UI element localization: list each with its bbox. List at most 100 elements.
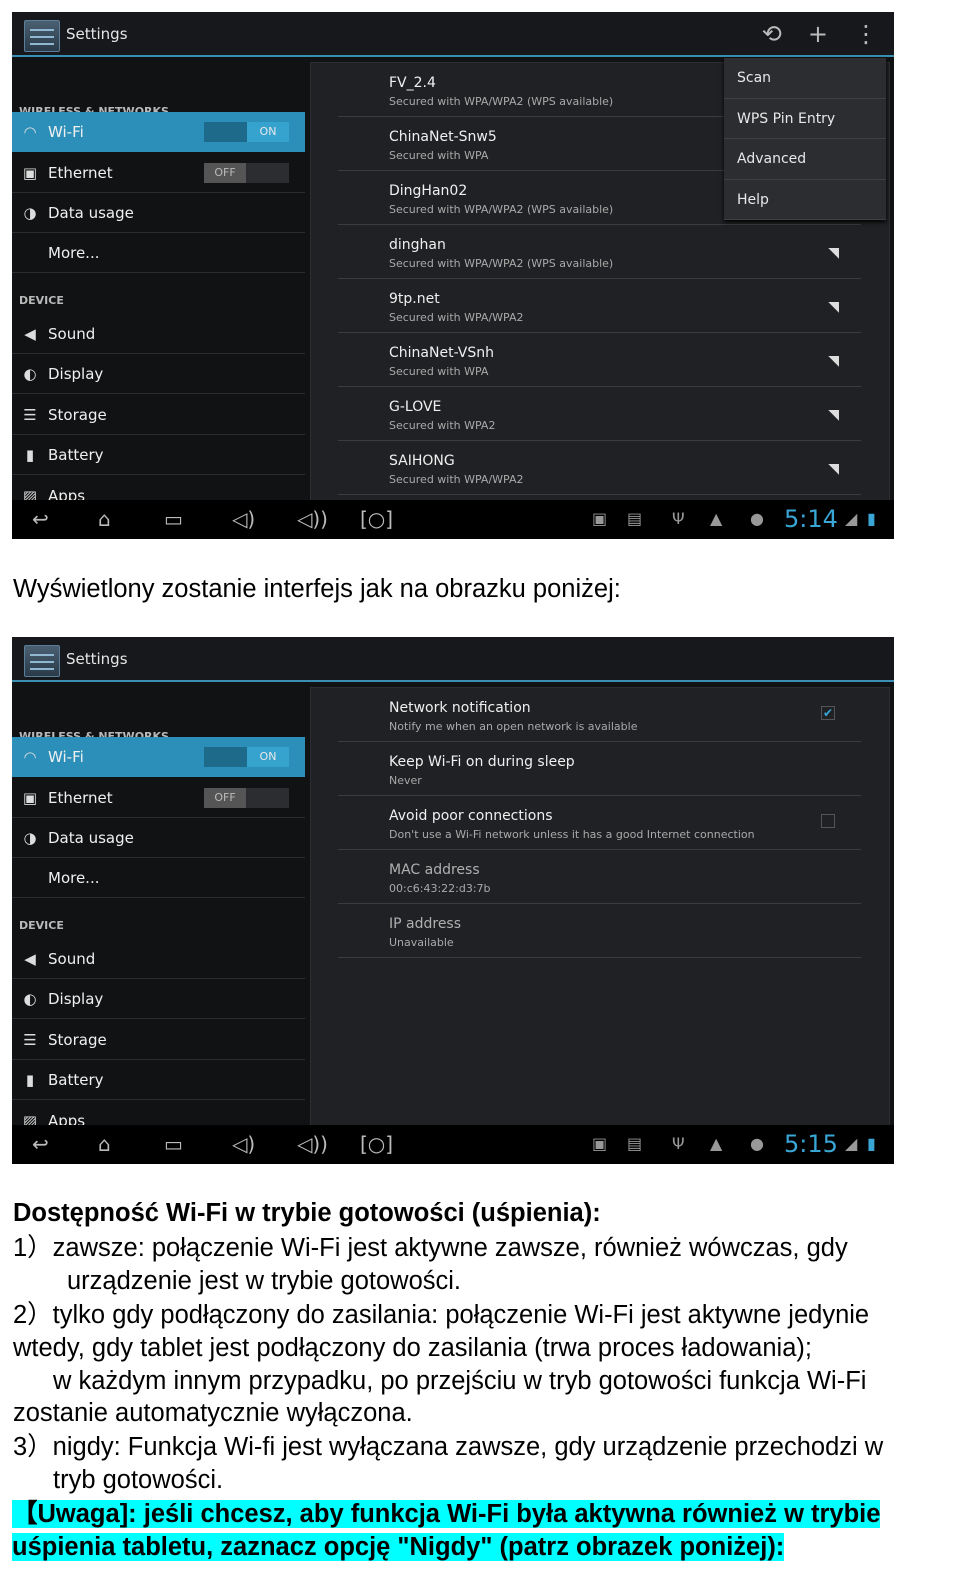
speaker-icon: ◀ xyxy=(24,949,36,968)
volume-down-icon[interactable]: ◁) xyxy=(232,1132,255,1156)
list-item-subtitle: Secured with WPA/WPA2 xyxy=(389,311,524,324)
sidebar-item-wi-fi[interactable]: ◠ Wi-Fi ON xyxy=(12,737,305,777)
sidebar-item-label: Battery xyxy=(48,445,104,464)
action-icons: ⟲ + ⋮ xyxy=(762,20,878,48)
sidebar-item-storage[interactable]: ☰ Storage xyxy=(12,395,305,435)
list-item-title: DingHan02 xyxy=(389,183,468,199)
list-item[interactable]: Keep Wi-Fi on during sleep Never xyxy=(338,742,861,796)
ethernet-toggle[interactable]: OFF xyxy=(204,163,289,183)
sidebar-item-label: Ethernet xyxy=(48,163,113,182)
ethernet-icon: ▣ xyxy=(22,788,38,807)
list-item-title: FV_2.4 xyxy=(389,75,436,91)
sidebar-item-more[interactable]: More... xyxy=(12,858,305,898)
list-item[interactable]: SAIHONG Secured with WPA/WPA2 ◥ xyxy=(338,441,861,495)
sidebar-item-display[interactable]: ◐ Display xyxy=(12,979,305,1019)
clock: 5:14 xyxy=(784,505,838,533)
wi-fi-toggle[interactable]: ON xyxy=(204,747,289,767)
sidebar-item-data-usage[interactable]: ◑ Data usage xyxy=(12,818,305,858)
list-item-subtitle: Secured with WPA xyxy=(389,365,489,378)
gallery-icon: ▣ xyxy=(592,1134,608,1153)
sidebar-item-storage[interactable]: ☰ Storage xyxy=(12,1020,305,1060)
wi-fi-toggle[interactable]: ON xyxy=(204,122,289,142)
add-icon[interactable]: + xyxy=(808,20,828,48)
volume-down-icon[interactable]: ◁) xyxy=(232,507,255,531)
sidebar-item-battery[interactable]: ▮ Battery xyxy=(12,435,305,475)
list-item[interactable]: dinghan Secured with WPA/WPA2 (WPS availa… xyxy=(338,225,861,279)
section-header: DEVICE xyxy=(19,294,64,307)
checkbox-unchecked[interactable] xyxy=(821,814,835,828)
usb-icon: Ψ xyxy=(672,509,685,528)
checkbox-checked[interactable]: ✔ xyxy=(821,706,835,720)
sidebar-item-more[interactable]: More... xyxy=(12,233,305,273)
menu-item-help[interactable]: Help xyxy=(724,180,886,220)
sidebar-item-label: Display xyxy=(48,364,104,383)
content-list: Network notification Notify me when an op… xyxy=(310,687,890,1135)
recent-apps-icon[interactable]: ▭ xyxy=(164,1132,183,1156)
list-item-subtitle: Secured with WPA/WPA2 (WPS available) xyxy=(389,257,614,270)
navigation-bar: ↩ ⌂ ▭ ◁) ◁)) [○] ▣ ▤ Ψ ▲ ● 5:15 ◢ ▮ xyxy=(12,1125,894,1164)
home-icon[interactable]: ⌂ xyxy=(98,1132,111,1156)
settings-screenshot-wifi-list: Settings⟲+⋮WIRELESS & NETWORKSDEVICE◠Wi-… xyxy=(12,12,894,539)
list-item[interactable]: Network notification Notify me when an op… xyxy=(338,688,861,742)
navigation-bar: ↩ ⌂ ▭ ◁) ◁)) [○] ▣ ▤ Ψ ▲ ● 5:14 ◢ ▮ xyxy=(12,500,894,539)
menu-item-wps-pin-entry[interactable]: WPS Pin Entry xyxy=(724,99,886,139)
storage-icon: ☰ xyxy=(23,1030,37,1049)
sidebar-item-display[interactable]: ◐ Display xyxy=(12,354,305,394)
list-item-title: G-LOVE xyxy=(389,399,442,415)
back-icon[interactable]: ↩ xyxy=(32,1132,49,1156)
display-icon: ◐ xyxy=(23,364,37,383)
list-item-title: ChinaNet-Snw5 xyxy=(389,129,497,145)
wifi-lock-icon: ◥ xyxy=(828,245,839,261)
text-line: 1）zawsze: połączenie Wi-Fi jest aktywne … xyxy=(13,1234,848,1262)
text-line: wtedy, gdy tablet jest podłączony do zas… xyxy=(13,1334,812,1362)
sidebar-item-label: Sound xyxy=(48,949,96,968)
clock: 5:15 xyxy=(784,1130,838,1158)
list-item[interactable]: ChinaNet-VSnh Secured with WPA ◥ xyxy=(338,333,861,387)
volume-up-icon[interactable]: ◁)) xyxy=(297,1132,328,1156)
warning-icon: ▲ xyxy=(710,1134,723,1153)
screenshot-icon[interactable]: [○] xyxy=(360,507,393,531)
sidebar-item-label: Ethernet xyxy=(48,788,113,807)
settings-sidebar: WIRELESS & NETWORKSDEVICE◠Wi-FiON▣Ethern… xyxy=(12,684,305,1141)
signal-icon: ◢ xyxy=(845,1134,858,1153)
sidebar-item-sound[interactable]: ◀ Sound xyxy=(12,314,305,354)
ethernet-toggle[interactable]: OFF xyxy=(204,788,289,808)
sidebar-item-data-usage[interactable]: ◑ Data usage xyxy=(12,193,305,233)
toggle-label: ON xyxy=(247,747,289,767)
list-item-subtitle: Secured with WPA/WPA2 xyxy=(389,473,524,486)
text-line: urządzenie jest w trybie gotowości. xyxy=(67,1267,462,1295)
action-bar: Settings xyxy=(12,637,894,682)
back-icon[interactable]: ↩ xyxy=(32,507,49,531)
sidebar-item-ethernet[interactable]: ▣ Ethernet OFF xyxy=(12,778,305,818)
recent-apps-icon[interactable]: ▭ xyxy=(164,507,183,531)
volume-up-icon[interactable]: ◁)) xyxy=(297,507,328,531)
list-item[interactable]: Avoid poor connections Don't use a Wi-Fi … xyxy=(338,796,861,850)
list-item-subtitle: 00:c6:43:22:d3:7b xyxy=(389,882,491,895)
list-item[interactable]: 9tp.net Secured with WPA/WPA2 ◥ xyxy=(338,279,861,333)
sidebar-item-sound[interactable]: ◀ Sound xyxy=(12,939,305,979)
wifi-lock-icon: ◥ xyxy=(828,407,839,423)
menu-item-advanced[interactable]: Advanced xyxy=(724,139,886,180)
action-bar: Settings ⟲ + ⋮ xyxy=(12,12,894,57)
settings-app-icon xyxy=(24,645,60,677)
sidebar-item-label: Display xyxy=(48,989,104,1008)
battery-icon: ▮ xyxy=(25,1070,35,1089)
overflow-menu-icon[interactable]: ⋮ xyxy=(854,20,878,48)
sidebar-item-label: Storage xyxy=(48,405,107,424)
list-item-title: Network notification xyxy=(389,700,531,716)
menu-item-scan[interactable]: Scan xyxy=(724,58,886,99)
settings-sidebar: WIRELESS & NETWORKSDEVICE◠Wi-FiON▣Ethern… xyxy=(12,59,305,516)
home-icon[interactable]: ⌂ xyxy=(98,507,111,531)
refresh-icon[interactable]: ⟲ xyxy=(762,20,782,48)
text-line: zostanie automatycznie wyłączona. xyxy=(13,1399,413,1427)
text-line: w każdym innym przypadku, po przejściu w… xyxy=(53,1367,867,1395)
sidebar-item-ethernet[interactable]: ▣ Ethernet OFF xyxy=(12,153,305,193)
battery-charging-icon: ▤ xyxy=(627,509,643,528)
list-item[interactable]: G-LOVE Secured with WPA2 ◥ xyxy=(338,387,861,441)
toggle-label: OFF xyxy=(204,163,246,183)
sidebar-item-wi-fi[interactable]: ◠ Wi-Fi ON xyxy=(12,112,305,152)
ethernet-icon: ▣ xyxy=(22,163,38,182)
app-title: Settings xyxy=(66,650,128,668)
sidebar-item-battery[interactable]: ▮ Battery xyxy=(12,1060,305,1100)
screenshot-icon[interactable]: [○] xyxy=(360,1132,393,1156)
